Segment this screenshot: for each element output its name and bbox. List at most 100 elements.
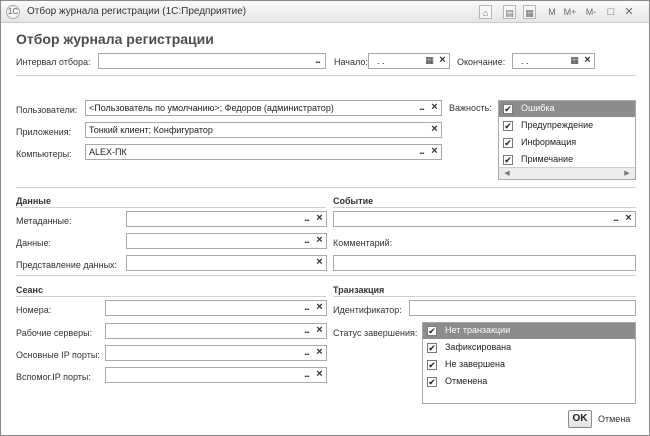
numbers-field[interactable]: ... ×: [105, 300, 327, 316]
transaction-status-list[interactable]: ✔ Нет транзакции ✔ Зафиксирована ✔ Не за…: [422, 322, 636, 404]
start-label: Начало:: [334, 57, 368, 67]
checkbox[interactable]: ✔: [427, 377, 437, 387]
event-clear-icon[interactable]: ×: [622, 212, 635, 226]
checkbox[interactable]: ✔: [427, 343, 437, 353]
separator: [16, 207, 326, 208]
main-ports-field[interactable]: ... ×: [105, 345, 327, 361]
memory-button[interactable]: M: [547, 5, 557, 19]
interval-select-button[interactable]: ...: [311, 54, 324, 68]
main-ports-clear-icon[interactable]: ×: [313, 346, 326, 360]
aux-ports-field[interactable]: ... ×: [105, 367, 327, 383]
checkbox[interactable]: ✔: [427, 326, 437, 336]
numbers-label: Номера:: [16, 305, 52, 315]
horizontal-scrollbar[interactable]: ◀ ▶: [499, 167, 635, 179]
servers-field[interactable]: ... ×: [105, 323, 327, 339]
title-bar: 1C Отбор журнала регистрации (1С:Предпри…: [1, 1, 649, 23]
computers-clear-icon[interactable]: ×: [428, 145, 441, 159]
metadata-select-button[interactable]: ...: [300, 212, 313, 226]
end-clear-icon[interactable]: ×: [581, 54, 594, 68]
apps-clear-icon[interactable]: ×: [428, 123, 441, 137]
separator: [333, 207, 636, 208]
main-ports-select-button[interactable]: ...: [300, 346, 313, 360]
status-item-cancelled[interactable]: ✔ Отменена: [423, 374, 635, 390]
aux-ports-label: Вспомог.IP порты:: [16, 372, 91, 382]
minimize-icon[interactable]: □: [605, 5, 617, 19]
data-presentation-label: Представление данных:: [16, 260, 118, 270]
transaction-id-field[interactable]: [409, 300, 636, 316]
data-presentation-clear-icon[interactable]: ×: [313, 256, 326, 270]
comment-label: Комментарий:: [333, 238, 393, 248]
checkbox[interactable]: ✔: [503, 121, 513, 131]
ok-button[interactable]: OK: [568, 410, 592, 428]
numbers-clear-icon[interactable]: ×: [313, 301, 326, 315]
main-ports-label: Основные IP порты:: [16, 350, 100, 360]
memory-plus-button[interactable]: M+: [562, 5, 578, 19]
interval-label: Интервал отбора:: [16, 57, 91, 67]
data-clear-icon[interactable]: ×: [313, 234, 326, 248]
start-calendar-icon[interactable]: ▦: [423, 54, 436, 68]
table-icon[interactable]: ▤: [503, 5, 516, 19]
numbers-select-button[interactable]: ...: [300, 301, 313, 315]
aux-ports-clear-icon[interactable]: ×: [313, 368, 326, 382]
comment-field[interactable]: [333, 255, 636, 271]
status-item-unfinished[interactable]: ✔ Не завершена: [423, 357, 635, 373]
scroll-left-icon[interactable]: ◀: [501, 168, 513, 179]
start-date-field[interactable]: . . ▦ ×: [368, 53, 450, 69]
aux-ports-select-button[interactable]: ...: [300, 368, 313, 382]
severity-list[interactable]: ✔ Ошибка ✔ Предупреждение ✔ Информация ✔…: [498, 100, 636, 180]
app-logo-icon: 1C: [6, 5, 20, 19]
separator: [16, 187, 636, 188]
event-field[interactable]: ... ×: [333, 211, 636, 227]
cancel-button[interactable]: Отмена: [598, 414, 630, 424]
start-clear-icon[interactable]: ×: [436, 54, 449, 68]
metadata-field[interactable]: ... ×: [126, 211, 327, 227]
computers-label: Компьютеры:: [16, 149, 72, 159]
severity-item-information[interactable]: ✔ Информация: [499, 135, 635, 151]
apps-field[interactable]: Тонкий клиент; Конфигуратор ×: [85, 122, 442, 138]
users-field[interactable]: <Пользователь по умолчанию>; Федоров (ад…: [85, 100, 442, 116]
memory-minus-button[interactable]: M-: [583, 5, 599, 19]
separator: [16, 75, 636, 76]
data-select-button[interactable]: ...: [300, 234, 313, 248]
metadata-label: Метаданные:: [16, 216, 72, 226]
users-clear-icon[interactable]: ×: [428, 101, 441, 115]
computers-field[interactable]: ALEX-ПК ... ×: [85, 144, 442, 160]
home-icon[interactable]: ⌂: [479, 5, 492, 19]
scroll-right-icon[interactable]: ▶: [621, 168, 633, 179]
severity-item-error[interactable]: ✔ Ошибка: [499, 101, 635, 117]
end-calendar-icon[interactable]: ▦: [568, 54, 581, 68]
computers-select-button[interactable]: ...: [415, 145, 428, 159]
checkbox[interactable]: ✔: [503, 104, 513, 114]
severity-item-note[interactable]: ✔ Примечание: [499, 152, 635, 168]
interval-field[interactable]: ...: [98, 53, 326, 69]
checkbox[interactable]: ✔: [427, 360, 437, 370]
checkbox[interactable]: ✔: [503, 155, 513, 165]
separator: [16, 275, 636, 276]
severity-label: Важность:: [449, 103, 492, 113]
session-section-title: Сеанс: [16, 285, 43, 295]
separator: [333, 296, 636, 297]
end-label: Окончание:: [457, 57, 506, 67]
calendar-icon[interactable]: ▦: [523, 5, 536, 19]
event-section-title: Событие: [333, 196, 374, 206]
severity-item-warning[interactable]: ✔ Предупреждение: [499, 118, 635, 134]
data-presentation-field[interactable]: ×: [126, 255, 327, 271]
servers-label: Рабочие серверы:: [16, 328, 93, 338]
transaction-id-label: Идентификатор:: [333, 305, 402, 315]
data-field[interactable]: ... ×: [126, 233, 327, 249]
dialog-window: 1C Отбор журнала регистрации (1С:Предпри…: [0, 0, 650, 436]
checkbox[interactable]: ✔: [503, 138, 513, 148]
transaction-section-title: Транзакция: [333, 285, 385, 295]
close-icon[interactable]: ✕: [623, 5, 635, 19]
event-select-button[interactable]: ...: [609, 212, 622, 226]
servers-select-button[interactable]: ...: [300, 324, 313, 338]
status-item-no-transaction[interactable]: ✔ Нет транзакции: [423, 323, 635, 339]
data-section-title: Данные: [16, 196, 51, 206]
apps-label: Приложения:: [16, 127, 72, 137]
users-select-button[interactable]: ...: [415, 101, 428, 115]
metadata-clear-icon[interactable]: ×: [313, 212, 326, 226]
separator: [16, 296, 326, 297]
status-item-committed[interactable]: ✔ Зафиксирована: [423, 340, 635, 356]
servers-clear-icon[interactable]: ×: [313, 324, 326, 338]
end-date-field[interactable]: . . ▦ ×: [512, 53, 595, 69]
